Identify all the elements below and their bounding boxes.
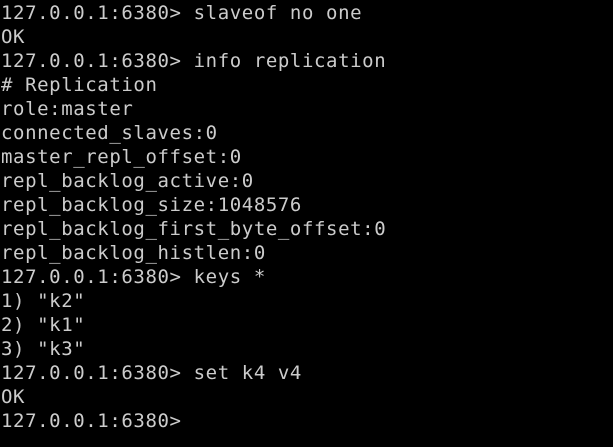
output-line-repl-backlog-size: repl_backlog_size:1048576	[1, 194, 302, 216]
prompt-line-current[interactable]: 127.0.0.1:6380>	[1, 409, 613, 433]
prompt-line-info-replication: 127.0.0.1:6380> info replication	[1, 50, 387, 72]
prompt-line-slaveof: 127.0.0.1:6380> slaveof no one	[1, 2, 363, 24]
terminal-window[interactable]: 127.0.0.1:6380> slaveof no one OK 127.0.…	[0, 0, 613, 447]
output-line-ok: OK	[1, 26, 26, 48]
output-line-role: role:master	[1, 98, 134, 120]
output-line-key-3: 3) "k3"	[1, 338, 86, 360]
output-line-master-repl-offset: master_repl_offset:0	[1, 146, 242, 168]
output-line-key-1: 1) "k2"	[1, 290, 86, 312]
output-line-repl-backlog-active: repl_backlog_active:0	[1, 170, 254, 192]
output-line-ok-2: OK	[1, 386, 26, 408]
prompt-line-set: 127.0.0.1:6380> set k4 v4	[1, 362, 302, 384]
output-line-replication-header: # Replication	[1, 74, 158, 96]
output-line-repl-backlog-histlen: repl_backlog_histlen:0	[1, 242, 266, 264]
output-line-connected-slaves: connected_slaves:0	[1, 122, 218, 144]
output-line-repl-backlog-first-byte-offset: repl_backlog_first_byte_offset:0	[1, 218, 387, 240]
prompt-line-keys: 127.0.0.1:6380> keys *	[1, 266, 266, 288]
output-line-key-2: 2) "k1"	[1, 314, 86, 336]
